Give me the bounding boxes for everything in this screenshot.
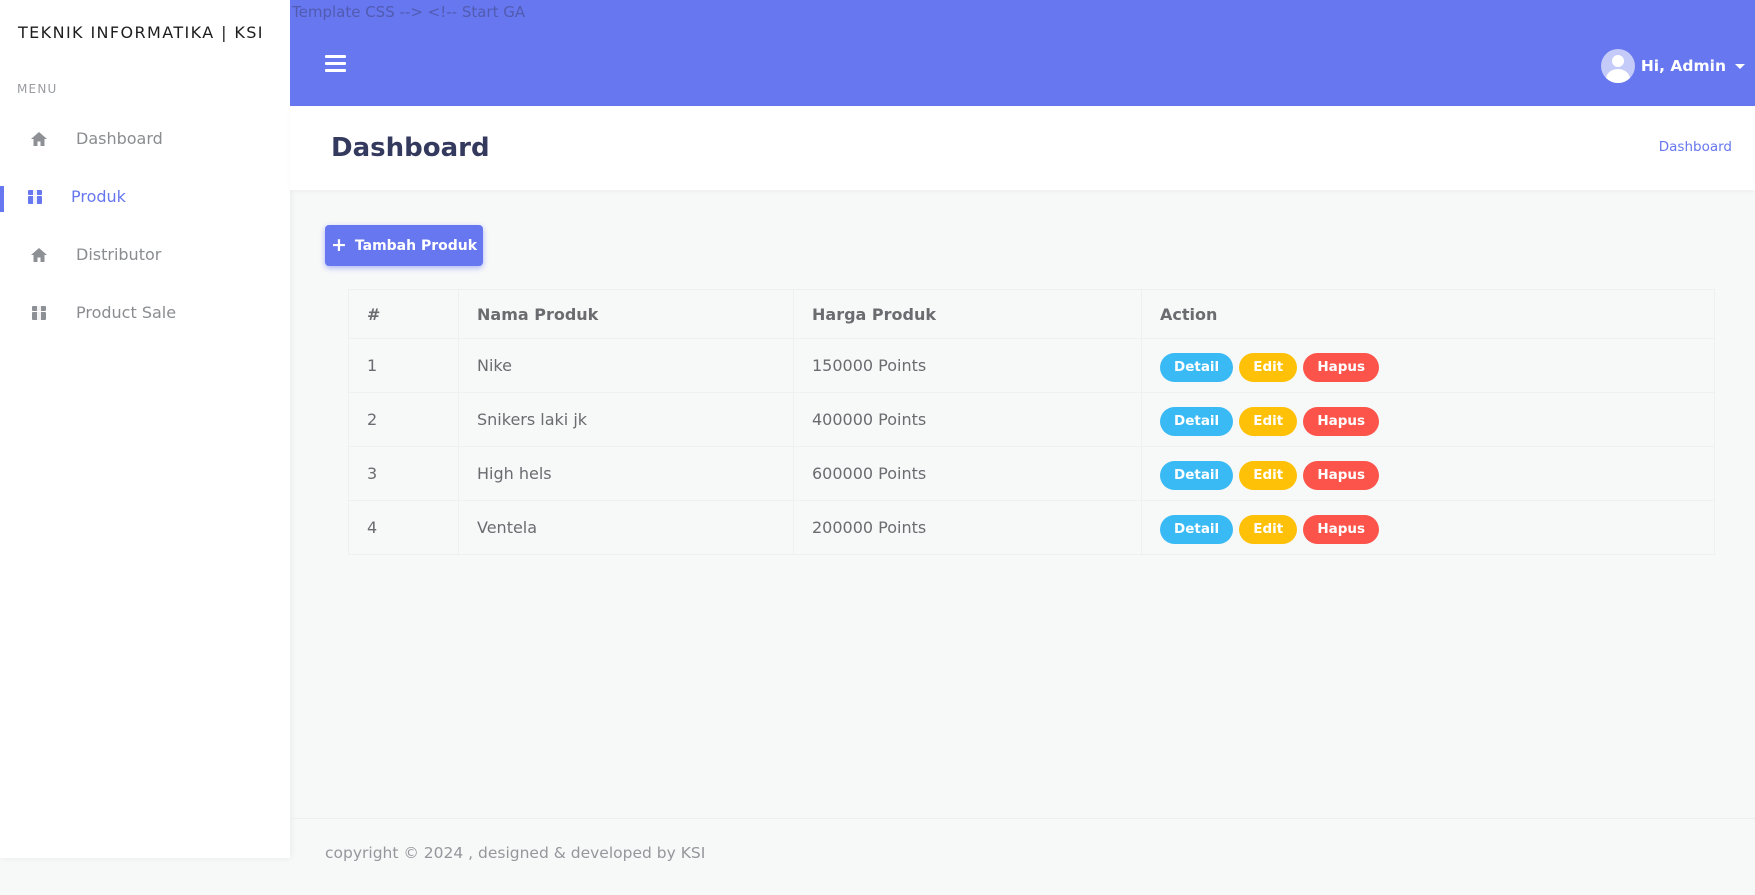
cell-actions: Detail Edit Hapus	[1141, 338, 1715, 393]
cell-name: High hels	[458, 446, 794, 501]
stray-template-text: Template CSS --> <!-- Start GA	[292, 3, 526, 21]
top-navbar: Template CSS --> <!-- Start GA Hi, Admin	[290, 0, 1755, 106]
box-icon	[26, 188, 44, 206]
table-header-row: # Nama Produk Harga Produk Action	[348, 289, 1715, 339]
detail-button[interactable]: Detail	[1160, 461, 1234, 490]
cell-number: 1	[348, 338, 459, 393]
product-table: # Nama Produk Harga Produk Action 1 Nike…	[348, 289, 1715, 555]
delete-button[interactable]: Hapus	[1303, 461, 1380, 490]
sidebar-item-product-sale[interactable]: Product Sale	[0, 284, 290, 342]
table-row: 4 Ventela 200000 Points Detail Edit Hapu…	[348, 500, 1715, 555]
brand-title[interactable]: TEKNIK INFORMATIKA | KSI	[18, 23, 264, 42]
table-row: 2 Snikers laki jk 400000 Points Detail E…	[348, 392, 1715, 447]
cell-actions: Detail Edit Hapus	[1141, 392, 1715, 447]
sidebar-item-dashboard[interactable]: Dashboard	[0, 110, 290, 168]
cell-price: 400000 Points	[793, 392, 1142, 447]
cell-number: 2	[348, 392, 459, 447]
column-header-name: Nama Produk	[458, 289, 794, 339]
delete-button[interactable]: Hapus	[1303, 407, 1380, 436]
user-dropdown[interactable]: Hi, Admin	[1600, 49, 1745, 83]
sidebar-item-label: Produk	[71, 187, 126, 206]
sidebar-item-distributor[interactable]: Distributor	[0, 226, 290, 284]
sidebar-item-label: Dashboard	[76, 129, 163, 148]
add-product-button[interactable]: + Tambah Produk	[325, 225, 483, 266]
home-icon	[30, 246, 48, 264]
cell-price: 200000 Points	[793, 500, 1142, 555]
cell-actions: Detail Edit Hapus	[1141, 500, 1715, 555]
column-header-action: Action	[1141, 289, 1715, 339]
breadcrumb[interactable]: Dashboard	[1659, 139, 1732, 155]
column-header-number: #	[348, 289, 459, 339]
avatar	[1600, 49, 1635, 83]
cell-price: 600000 Points	[793, 446, 1142, 501]
box-icon	[30, 304, 48, 322]
menu-section-title: MENU	[17, 82, 58, 96]
detail-button[interactable]: Detail	[1160, 353, 1234, 382]
sidebar: TEKNIK INFORMATIKA | KSI MENU Dashboard …	[0, 0, 290, 858]
cell-name: Ventela	[458, 500, 794, 555]
sidebar-item-label: Distributor	[76, 245, 162, 264]
edit-button[interactable]: Edit	[1239, 515, 1298, 544]
edit-button[interactable]: Edit	[1239, 407, 1298, 436]
user-greeting: Hi, Admin	[1640, 57, 1726, 75]
bars-icon[interactable]	[325, 55, 346, 73]
cell-actions: Detail Edit Hapus	[1141, 446, 1715, 501]
cell-name: Snikers laki jk	[458, 392, 794, 447]
footer-copyright: copyright © 2024 , designed & developed …	[325, 844, 706, 862]
delete-button[interactable]: Hapus	[1303, 515, 1380, 544]
home-icon	[30, 130, 48, 148]
add-product-label: Tambah Produk	[354, 237, 478, 254]
delete-button[interactable]: Hapus	[1303, 353, 1380, 382]
column-header-price: Harga Produk	[793, 289, 1142, 339]
page-title: Dashboard	[331, 133, 490, 163]
edit-button[interactable]: Edit	[1239, 353, 1298, 382]
caret-down-icon	[1735, 63, 1745, 69]
sidebar-item-produk[interactable]: Produk	[0, 168, 290, 226]
cell-price: 150000 Points	[793, 338, 1142, 393]
sidebar-item-label: Product Sale	[76, 303, 177, 322]
cell-number: 3	[348, 446, 459, 501]
section-header: Dashboard Dashboard	[290, 106, 1755, 190]
footer-divider	[290, 818, 1755, 819]
detail-button[interactable]: Detail	[1160, 515, 1234, 544]
detail-button[interactable]: Detail	[1160, 407, 1234, 436]
sidebar-nav: Dashboard Produk Distributor Product Sal…	[0, 110, 290, 342]
cell-name: Nike	[458, 338, 794, 393]
plus-icon: +	[330, 234, 347, 256]
table-row: 3 High hels 600000 Points Detail Edit Ha…	[348, 446, 1715, 501]
cell-number: 4	[348, 500, 459, 555]
table-row: 1 Nike 150000 Points Detail Edit Hapus	[348, 338, 1715, 393]
edit-button[interactable]: Edit	[1239, 461, 1298, 490]
